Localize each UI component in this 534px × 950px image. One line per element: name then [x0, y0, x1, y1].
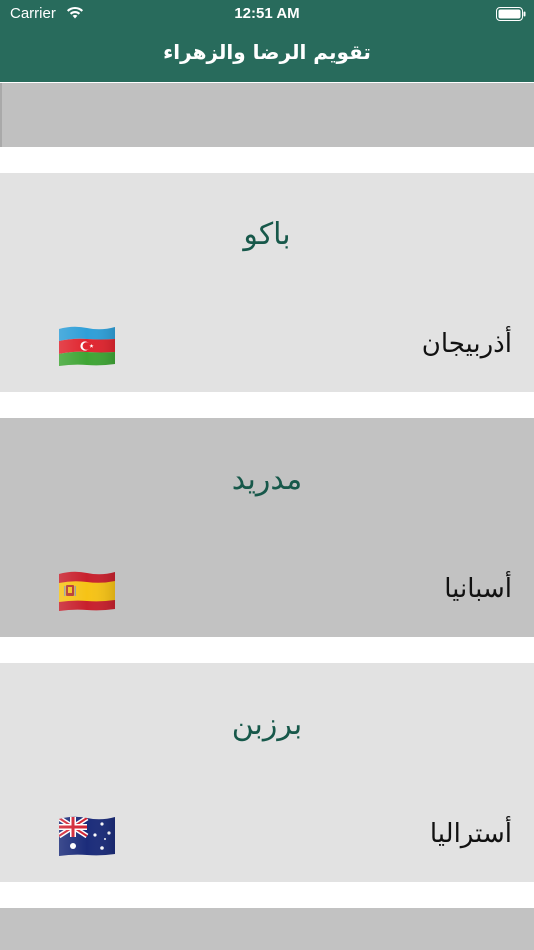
page-title: تقويم الرضا والزهراء: [163, 40, 371, 64]
country-name: أستراليا: [429, 819, 512, 849]
australia-flag-icon: [59, 816, 115, 856]
city-name: برزبن: [231, 707, 303, 742]
city-card-madrid[interactable]: مدريد أسبانيا: [0, 418, 534, 637]
city-name: مدريد: [231, 462, 303, 497]
city-card-baku[interactable]: باكو أذربيجان: [0, 173, 534, 392]
country-name: أذربيجان: [421, 329, 512, 359]
city-card-brisbane[interactable]: برزبن أستراليا: [0, 663, 534, 882]
status-time: 12:51 AM: [234, 5, 300, 22]
city-name: باكو: [243, 217, 291, 252]
battery-icon: [496, 7, 526, 21]
app-header: Carrier 12:51 AM تقويم الرضا والزهراء: [0, 0, 534, 82]
azerbaijan-flag-icon: [59, 326, 115, 366]
country-name: أسبانيا: [444, 574, 512, 604]
city-card-partial[interactable]: [0, 908, 534, 950]
status-bar: Carrier 12:51 AM: [0, 0, 534, 28]
spain-flag-icon: [59, 571, 115, 611]
app-screen: Carrier 12:51 AM تقويم الرضا والزهراء با…: [0, 0, 534, 950]
banner-placeholder: [0, 83, 534, 147]
